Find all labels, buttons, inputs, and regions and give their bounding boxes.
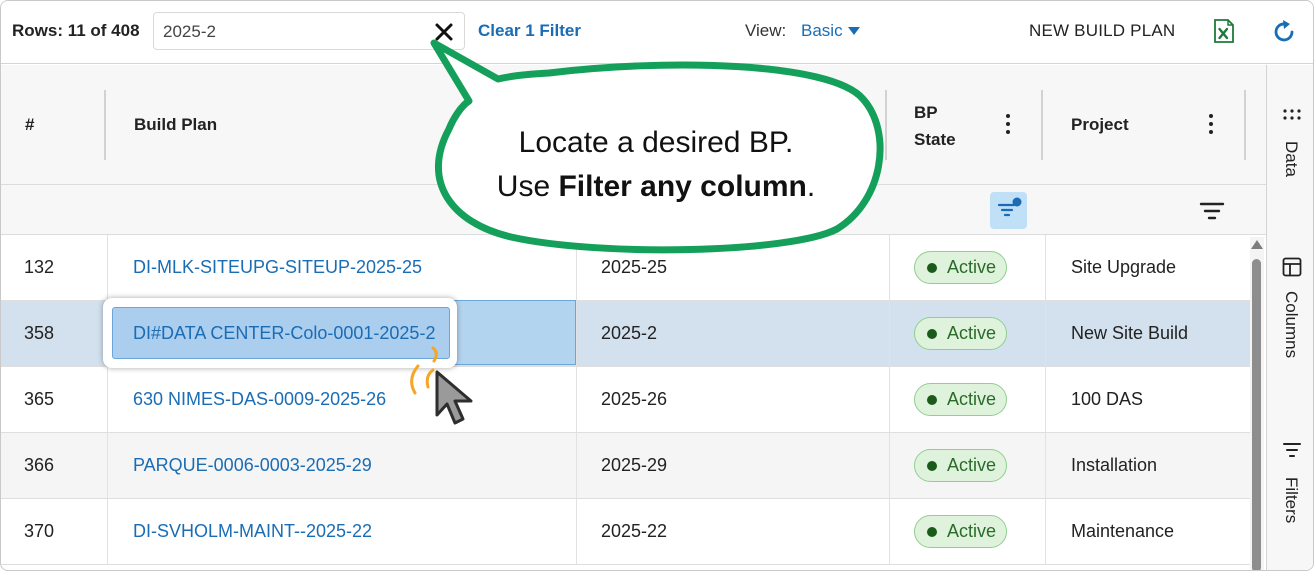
status-badge-label: Active [947, 323, 997, 343]
scroll-up-arrow-icon[interactable] [1251, 240, 1263, 249]
table-row[interactable]: 365 630 NIMES-DAS-0009-2025-26 2025-26 A… [1, 367, 1251, 433]
cell-number: 365 [24, 389, 55, 409]
cell-number: 132 [24, 257, 55, 277]
clear-filter-link[interactable]: Clear 1 Filter [478, 21, 581, 41]
pointer-cursor-icon [410, 346, 473, 425]
close-icon[interactable] [432, 20, 456, 44]
columns-icon [1282, 257, 1302, 277]
side-tab-data-label: Data [1282, 141, 1301, 177]
active-filter-icon[interactable] [990, 192, 1027, 229]
chevron-down-icon[interactable] [848, 27, 860, 35]
status-badge: Active [914, 383, 1007, 416]
column-header-bp-state[interactable]: BP State [914, 99, 956, 153]
app-frame: Rows: 11 of 408 Clear 1 Filter View: Bas… [0, 0, 1314, 571]
side-tab-columns[interactable]: Columns [1267, 253, 1313, 373]
cell-year: 2025-2 [601, 323, 658, 343]
cell-project: Installation [1071, 455, 1158, 475]
column-header-bp-state-line2: State [914, 130, 956, 149]
status-badge: Active [914, 515, 1007, 548]
side-tab-filters[interactable]: Filters [1267, 439, 1313, 559]
view-label: View: [745, 21, 787, 40]
search-input[interactable] [163, 21, 413, 43]
grip-icon [1283, 109, 1301, 120]
build-plan-link[interactable]: PARQUE-0006-0003-2025-29 [133, 433, 372, 498]
column-header-bp-state-line1: BP [914, 103, 938, 122]
side-tab-data[interactable]: Data [1267, 103, 1313, 233]
cell-number: 358 [24, 323, 55, 343]
build-plan-link[interactable]: DI-MLK-SITEUPG-SITEUP-2025-25 [133, 235, 422, 300]
side-tab-columns-label: Columns [1282, 291, 1301, 359]
toolbar: Rows: 11 of 408 Clear 1 Filter View: Bas… [1, 1, 1313, 64]
column-header-build-plan[interactable]: Build Plan [134, 65, 217, 185]
column-resize-handle[interactable] [1244, 90, 1246, 160]
column-resize-handle[interactable] [1041, 90, 1043, 160]
refresh-icon[interactable] [1271, 19, 1297, 45]
cell-project: Site Upgrade [1071, 257, 1177, 277]
cell-year: 2025-26 [601, 389, 668, 409]
status-badge-label: Active [947, 455, 997, 475]
rows-count: Rows: 11 of 408 [12, 21, 140, 40]
build-plan-link[interactable]: 630 NIMES-DAS-0009-2025-26 [133, 367, 386, 432]
column-header-number[interactable]: # [25, 65, 34, 185]
column-header-project[interactable]: Project [1071, 65, 1129, 185]
cell-number: 370 [24, 521, 55, 541]
table-row[interactable]: 370 DI-SVHOLM-MAINT--2025-22 2025-22 Act… [1, 499, 1251, 565]
column-menu-icon[interactable] [1005, 114, 1011, 138]
status-badge: Active [914, 317, 1007, 350]
status-badge-label: Active [947, 389, 997, 409]
cell-project: New Site Build [1071, 323, 1189, 343]
callout-line2: Use Filter any column. [496, 170, 816, 203]
status-badge: Active [914, 449, 1007, 482]
cell-year: 2025-25 [601, 257, 668, 277]
column-resize-handle[interactable] [104, 90, 106, 160]
table-row[interactable]: 366 PARQUE-0006-0003-2025-29 2025-29 Act… [1, 433, 1251, 499]
excel-export-icon[interactable] [1213, 19, 1235, 43]
callout-text: Locate a desired BP. Use Filter any colu… [456, 121, 856, 209]
column-menu-icon[interactable] [1208, 114, 1214, 138]
table-row[interactable]: 132 DI-MLK-SITEUPG-SITEUP-2025-25 2025-2… [1, 235, 1251, 301]
side-tab-filters-label: Filters [1282, 477, 1301, 524]
new-build-plan-button[interactable]: NEW BUILD PLAN [1029, 21, 1175, 41]
scrollbar-thumb[interactable] [1252, 259, 1261, 570]
cell-project: Maintenance [1071, 521, 1175, 541]
side-panel: Data Columns Filters [1266, 65, 1313, 570]
build-plan-link-highlighted[interactable]: DI#DATA CENTER-Colo-0001-2025-2 [112, 307, 450, 359]
status-badge-label: Active [947, 521, 997, 541]
cell-year: 2025-22 [601, 521, 668, 541]
filter-icon[interactable] [1199, 199, 1225, 223]
cell-year: 2025-29 [601, 455, 668, 475]
status-badge: Active [914, 251, 1007, 284]
filter-icon [1283, 443, 1301, 457]
column-resize-handle[interactable] [885, 90, 887, 160]
search-box[interactable] [153, 12, 465, 50]
callout-line1: Locate a desired BP. [518, 126, 794, 159]
build-plan-link[interactable]: DI-SVHOLM-MAINT--2025-22 [133, 499, 372, 564]
status-badge-label: Active [947, 257, 997, 277]
cell-number: 366 [24, 455, 55, 475]
view-select[interactable]: Basic [801, 21, 843, 41]
cell-project: 100 DAS [1071, 389, 1144, 409]
